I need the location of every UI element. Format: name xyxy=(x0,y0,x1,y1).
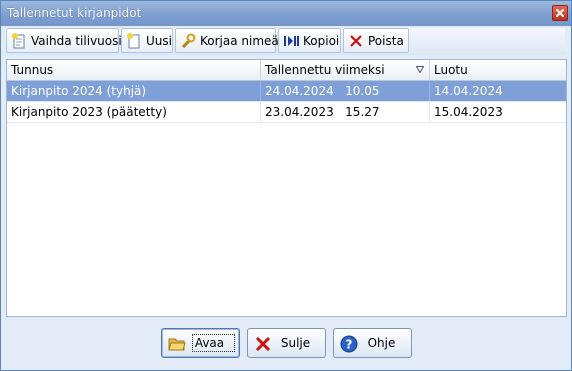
window-title: Tallennetut kirjanpidot xyxy=(7,6,142,20)
cell-saved: 23.04.2023 15.27 xyxy=(261,102,430,122)
open-button-label: Avaa xyxy=(194,336,225,350)
column-header-created-label: Luotu xyxy=(434,63,468,77)
new-document-icon xyxy=(126,32,142,49)
delete-icon xyxy=(348,33,364,49)
close-button-label: Sulje xyxy=(280,336,311,350)
close-window-button[interactable] xyxy=(552,5,568,21)
rename-button[interactable]: Korjaa nimeä xyxy=(175,28,279,53)
wrench-icon xyxy=(180,33,196,49)
column-header-tunnus-label: Tunnus xyxy=(11,63,54,77)
copy-label: Kopioi xyxy=(303,33,340,48)
sort-descending-icon xyxy=(416,66,424,73)
table-row[interactable]: Kirjanpito 2024 (tyhjä) 24.04.2024 10.05… xyxy=(7,81,566,101)
delete-label: Poista xyxy=(368,33,404,48)
title-bar[interactable]: Tallennetut kirjanpidot xyxy=(1,1,571,26)
rename-label: Korjaa nimeä xyxy=(200,33,279,48)
saved-books-table[interactable]: Tunnus Tallennettu viimeksi Luotu Kirjan… xyxy=(6,59,567,317)
toolbar: Vaihda tilivuosi Uusi Korjaa nimeä Kopio… xyxy=(5,28,565,55)
column-header-saved[interactable]: Tallennettu viimeksi xyxy=(261,60,430,80)
column-header-saved-label: Tallennettu viimeksi xyxy=(265,63,385,77)
new-label: Uusi xyxy=(146,33,172,48)
cell-tunnus: Kirjanpito 2024 (tyhjä) xyxy=(7,81,261,101)
help-button[interactable]: ? Ohje xyxy=(333,328,412,358)
column-header-created[interactable]: Luotu xyxy=(430,60,566,80)
cell-created: 14.04.2024 xyxy=(434,84,503,98)
close-icon xyxy=(556,9,564,17)
copy-icon xyxy=(283,33,299,49)
delete-button[interactable]: Poista xyxy=(343,28,409,53)
change-year-icon xyxy=(11,32,27,49)
column-header-tunnus[interactable]: Tunnus xyxy=(7,60,261,80)
open-button[interactable]: Avaa xyxy=(161,328,240,358)
new-button[interactable]: Uusi xyxy=(121,28,173,53)
dialog-window: Tallennetut kirjanpidot Vaihda tilivuosi… xyxy=(0,0,572,371)
cell-created: 15.04.2023 xyxy=(434,105,503,119)
help-button-label: Ohje xyxy=(367,336,396,350)
change-fiscal-year-button[interactable]: Vaihda tilivuosi xyxy=(6,28,122,53)
table-header: Tunnus Tallennettu viimeksi Luotu xyxy=(7,60,566,81)
copy-button[interactable]: Kopioi xyxy=(278,28,341,53)
row-divider xyxy=(7,122,566,123)
close-button[interactable]: Sulje xyxy=(247,328,326,358)
table-row[interactable]: Kirjanpito 2023 (päätetty) 23.04.2023 15… xyxy=(7,102,566,122)
cell-tunnus: Kirjanpito 2023 (päätetty) xyxy=(7,102,261,122)
cell-saved: 24.04.2024 10.05 xyxy=(261,81,430,101)
change-fiscal-year-label: Vaihda tilivuosi xyxy=(31,33,122,48)
